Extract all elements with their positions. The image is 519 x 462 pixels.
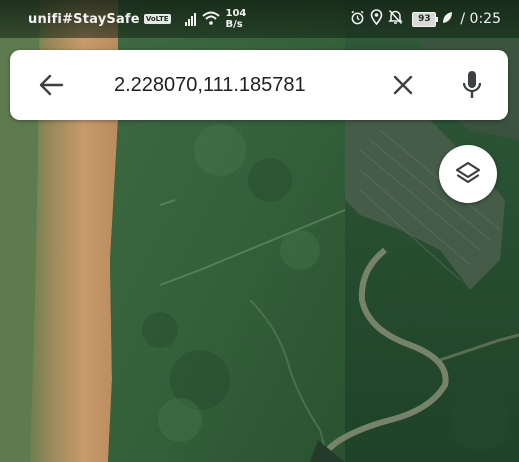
- clock-time: 0:25: [469, 11, 501, 27]
- network-speed-unit: B/s: [225, 19, 243, 30]
- notifications-off-icon: [388, 9, 404, 29]
- alarm-icon: [350, 10, 365, 29]
- signal-strength-icon: [184, 12, 196, 26]
- network-speed: 104 B/s: [226, 8, 247, 30]
- clock: / 0:25: [460, 11, 501, 27]
- microphone-icon: [462, 71, 482, 98]
- network-speed-value: 104: [225, 8, 247, 19]
- status-left: unifi#StaySafe VoLTE 104 B/s: [28, 8, 246, 30]
- battery-level: 93: [418, 14, 431, 24]
- location-pin-icon: [370, 9, 383, 29]
- arrow-left-icon: [39, 74, 64, 96]
- leaf-icon: [441, 10, 453, 29]
- search-input[interactable]: [114, 69, 364, 101]
- close-icon: [393, 75, 413, 95]
- voice-search-button[interactable]: [462, 70, 482, 100]
- clear-search-button[interactable]: [392, 74, 414, 96]
- carrier-name: unifi#StaySafe: [28, 11, 140, 27]
- status-right: 93 / 0:25: [350, 0, 501, 38]
- battery-indicator: 93: [412, 11, 439, 27]
- search-box: [10, 50, 508, 120]
- wifi-icon: [201, 10, 220, 29]
- volte-badge: VoLTE: [143, 14, 171, 24]
- layers-button[interactable]: [439, 145, 497, 203]
- layers-icon: [455, 161, 481, 184]
- back-button[interactable]: [38, 72, 64, 98]
- status-bar: unifi#StaySafe VoLTE 104 B/s 93 / 0:25: [0, 0, 519, 38]
